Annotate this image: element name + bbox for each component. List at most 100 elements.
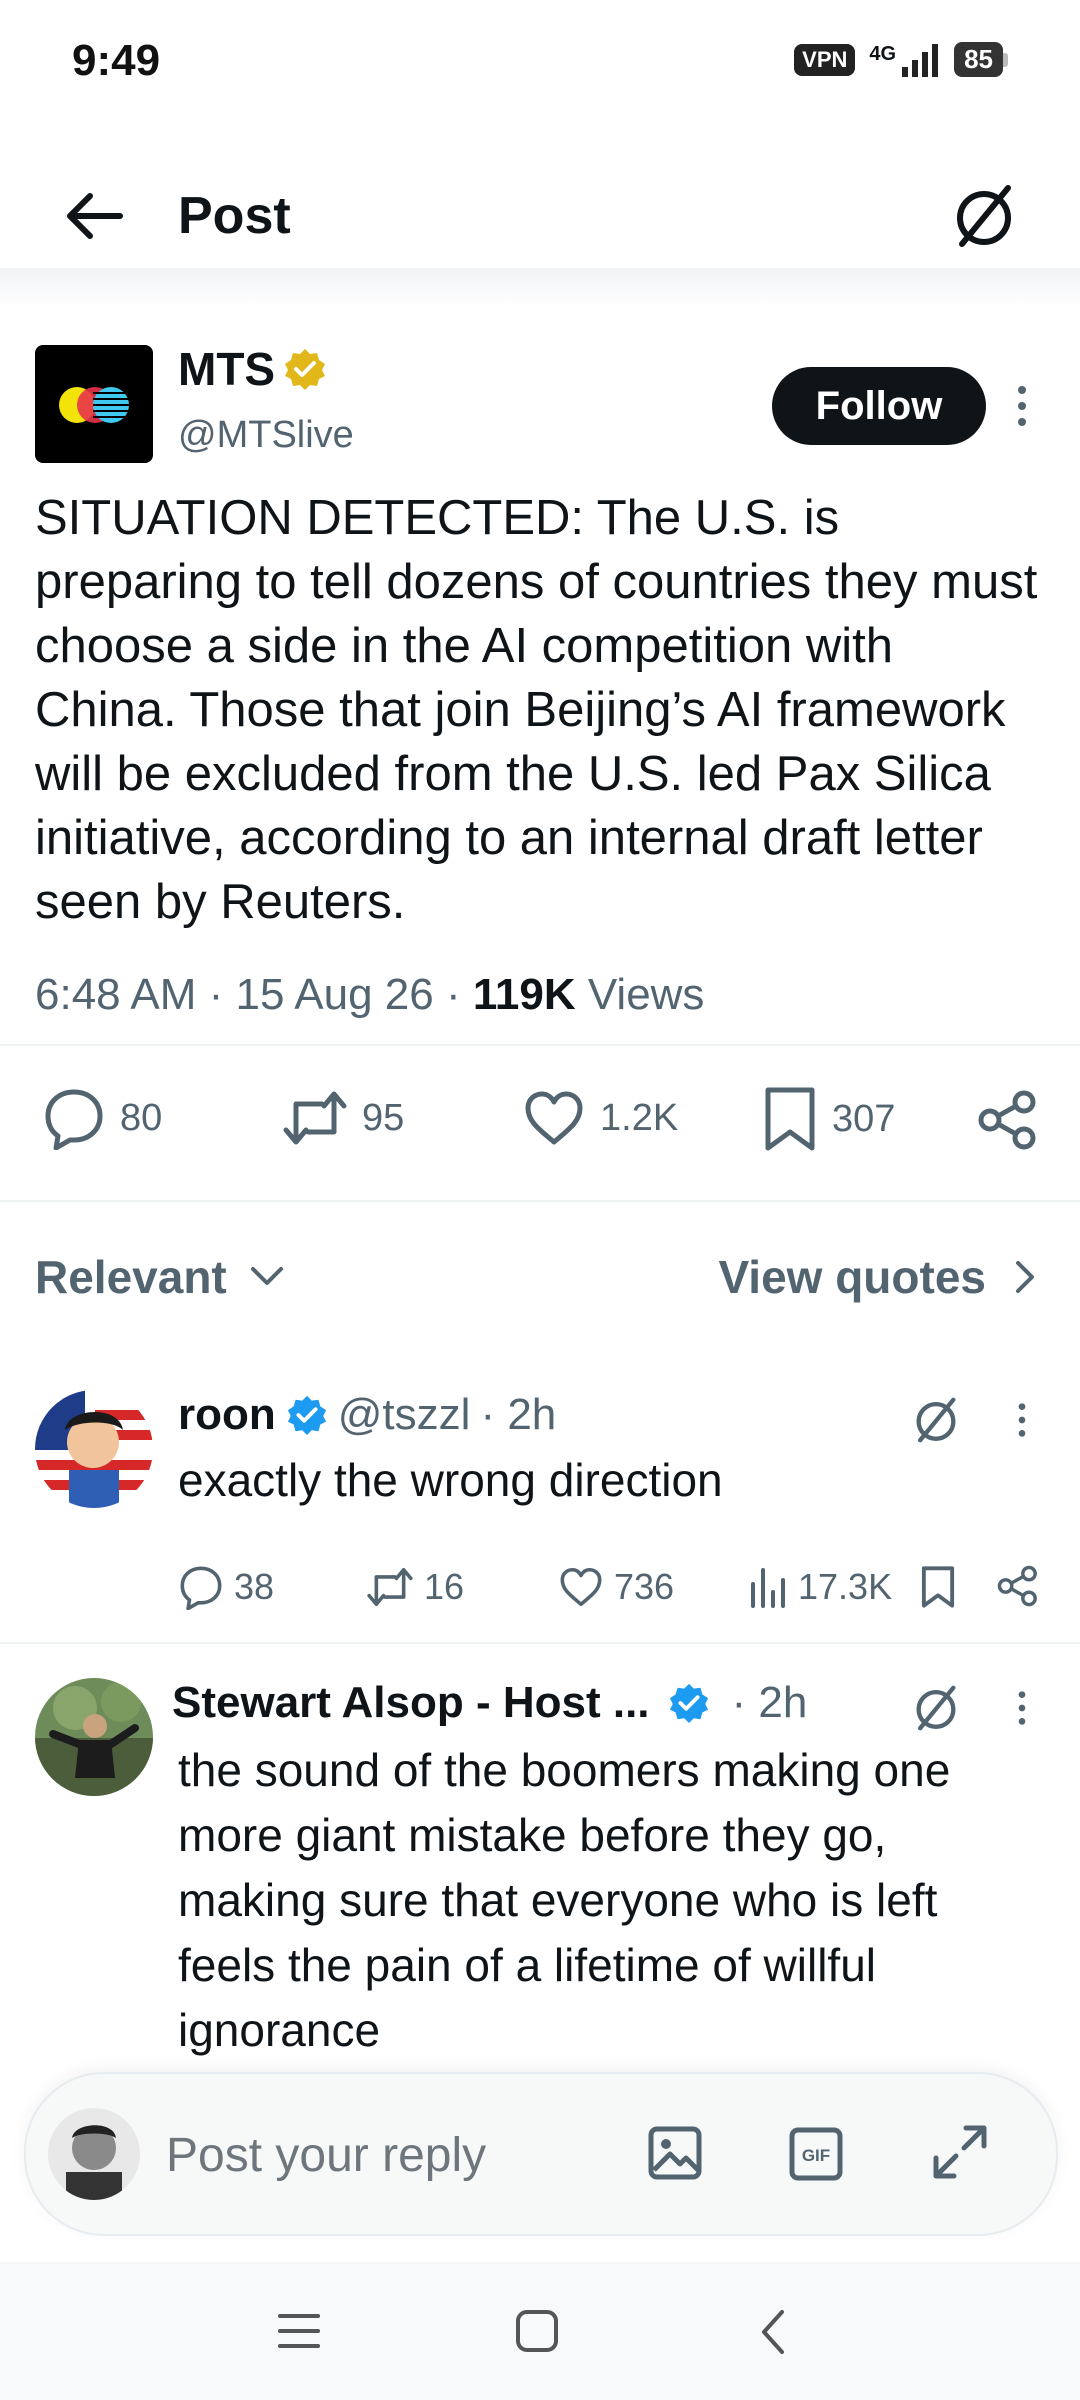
- chevron-down-icon: [250, 1267, 283, 1285]
- battery-icon: 85: [954, 42, 1008, 77]
- repost-count: 95: [362, 1096, 405, 1139]
- heart-icon: [560, 1567, 602, 1607]
- divider: [0, 1044, 1080, 1046]
- repost-icon: [367, 1567, 413, 1607]
- reply-count: 80: [120, 1096, 163, 1139]
- more-vertical-icon: [1018, 1691, 1026, 1725]
- reply-bookmark-button[interactable]: [920, 1564, 956, 1610]
- reply-icon: [180, 1566, 222, 1610]
- status-icons: VPN 4G 85: [794, 42, 1008, 77]
- arrow-left-icon: [67, 193, 123, 239]
- system-back-button[interactable]: [756, 2308, 790, 2356]
- reply-more-button[interactable]: [1010, 1688, 1034, 1728]
- expand-icon: [933, 2125, 987, 2179]
- view-quotes-label: View quotes: [718, 1251, 986, 1303]
- reply-time: · 2h: [731, 1678, 808, 1727]
- slash-circle-icon: [957, 185, 1011, 247]
- view-quotes-link[interactable]: View quotes: [718, 1250, 1036, 1304]
- reply-more-button[interactable]: [1010, 1400, 1034, 1440]
- sort-label: Relevant: [35, 1251, 227, 1303]
- reply-avatar[interactable]: [35, 1678, 153, 1796]
- author-name-text: MTS: [178, 343, 276, 395]
- square-icon: [516, 2310, 558, 2352]
- follow-button[interactable]: Follow: [772, 367, 986, 445]
- reply-author-name[interactable]: roon: [178, 1390, 276, 1440]
- sort-dropdown[interactable]: Relevant: [35, 1250, 285, 1304]
- current-user-avatar: [48, 2108, 140, 2200]
- slash-circle-icon: [916, 1685, 956, 1731]
- svg-text:GIF: GIF: [802, 2146, 830, 2165]
- recent-apps-button[interactable]: [276, 2310, 322, 2352]
- reply-reply-button[interactable]: 38: [178, 1564, 274, 1610]
- reply-button[interactable]: 80: [42, 1086, 162, 1150]
- author-handle[interactable]: @MTSlive: [178, 414, 354, 457]
- bookmark-count: 307: [832, 1097, 896, 1140]
- reply-text: exactly the wrong direction: [178, 1454, 723, 1506]
- share-icon: [978, 1090, 1036, 1150]
- reply-like-button[interactable]: 736: [558, 1564, 674, 1610]
- author-avatar[interactable]: [35, 345, 153, 463]
- bar-chart-icon: [751, 1568, 785, 1608]
- menu-icon: [278, 2314, 320, 2348]
- post-time: 6:48 AM: [35, 970, 197, 1019]
- signal-icon: 4G: [869, 43, 940, 77]
- reply-time: · 2h: [480, 1390, 557, 1439]
- home-button[interactable]: [514, 2308, 560, 2354]
- gif-icon: GIF: [789, 2127, 843, 2181]
- vpn-badge: VPN: [794, 43, 856, 76]
- views-label[interactable]: Views: [588, 970, 705, 1019]
- bookmark-icon: [921, 1566, 955, 1608]
- grok-button[interactable]: [948, 180, 1020, 252]
- more-vertical-icon: [1018, 1403, 1026, 1437]
- image-icon: [648, 2126, 702, 2180]
- verified-blue-icon: [287, 1395, 326, 1436]
- post-meta: 6:48 AM · 15 Aug 26 · 119K Views: [35, 970, 705, 1019]
- chevron-left-icon: [762, 2310, 784, 2354]
- reply-repost-count: 16: [424, 1566, 465, 1607]
- reply-author-name[interactable]: Stewart Alsop - Host ...: [172, 1678, 650, 1728]
- add-gif-button[interactable]: GIF: [788, 2126, 844, 2182]
- reply-like-count: 736: [614, 1566, 675, 1607]
- share-button[interactable]: [976, 1088, 1040, 1152]
- avatar-image: [48, 2108, 140, 2200]
- share-icon: [997, 1565, 1037, 1607]
- reply-repost-button[interactable]: 16: [366, 1564, 464, 1610]
- network-type: 4G: [869, 42, 897, 65]
- battery-level: 85: [954, 42, 1003, 77]
- reply-share-button[interactable]: [996, 1564, 1040, 1608]
- reply-grok-button[interactable]: [910, 1394, 962, 1446]
- reply-views-button[interactable]: 17.3K: [748, 1564, 892, 1610]
- mts-logo-icon: [59, 387, 129, 423]
- add-image-button[interactable]: [646, 2124, 704, 2182]
- reply-avatar[interactable]: [35, 1390, 153, 1508]
- back-button[interactable]: [60, 186, 132, 246]
- expand-composer-button[interactable]: [930, 2122, 990, 2182]
- divider: [0, 1200, 1080, 1202]
- status-time: 9:49: [72, 36, 161, 85]
- reply-icon: [45, 1089, 103, 1150]
- reply-grok-button[interactable]: [910, 1682, 962, 1734]
- slash-circle-icon: [916, 1397, 956, 1443]
- like-button[interactable]: 1.2K: [522, 1086, 678, 1150]
- reply-author-handle[interactable]: @tszzl: [338, 1390, 471, 1440]
- reply-input[interactable]: Post your reply: [166, 2128, 486, 2183]
- reply-text: the sound of the boomers making one more…: [178, 1744, 951, 2056]
- divider: [0, 1642, 1080, 1644]
- chevron-right-icon: [1016, 1261, 1034, 1293]
- views-count: 119K: [472, 970, 576, 1019]
- page-title: Post: [178, 187, 291, 245]
- reply-reply-count: 38: [234, 1566, 275, 1607]
- verified-gold-icon: [285, 349, 326, 390]
- reply-header: Stewart Alsop - Host ... · 2h: [172, 1678, 807, 1728]
- header-divider: [0, 268, 1080, 308]
- verified-blue-icon: [669, 1683, 708, 1724]
- repost-button[interactable]: 95: [282, 1086, 404, 1150]
- avatar-image: [35, 1678, 153, 1796]
- post-date: 15 Aug 26: [235, 970, 434, 1019]
- repost-icon: [283, 1091, 347, 1145]
- author-name[interactable]: MTS: [178, 342, 327, 396]
- bookmark-button[interactable]: 307: [762, 1086, 895, 1152]
- post-more-button[interactable]: [1010, 382, 1034, 430]
- bookmark-icon: [765, 1087, 815, 1151]
- more-vertical-icon: [1018, 386, 1026, 426]
